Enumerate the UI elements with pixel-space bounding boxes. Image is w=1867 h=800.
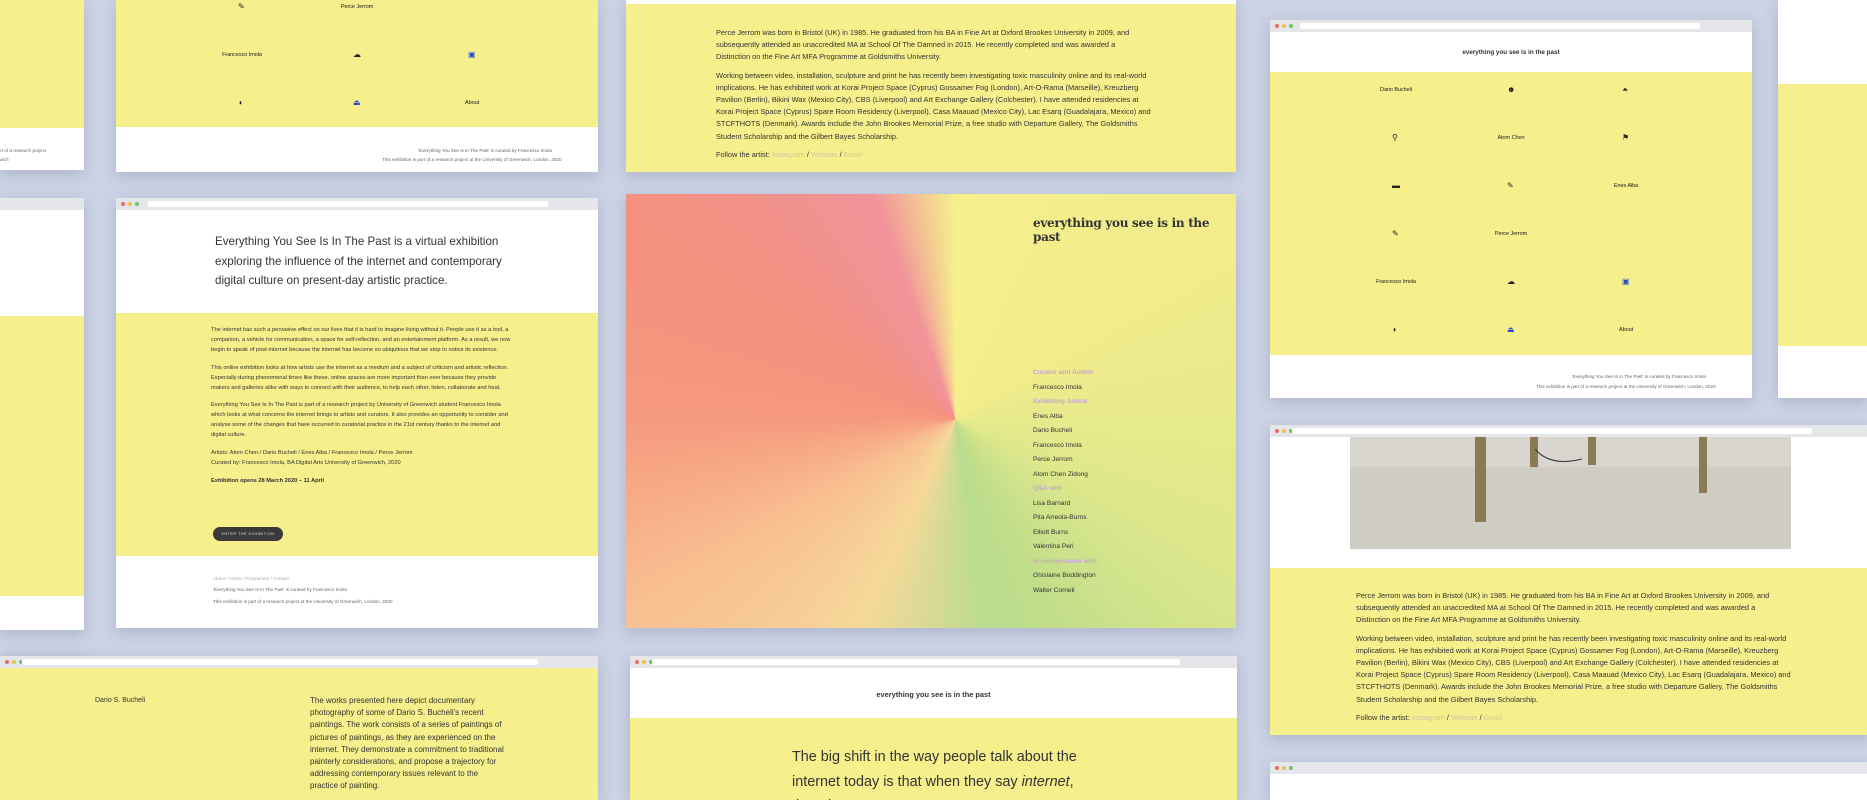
partial-card-right-edge	[1778, 0, 1867, 398]
partial-card-left-top: This exhibition is part of a research pr…	[0, 0, 84, 170]
artist-bio: Perce Jerrom was born in Bristol (UK) in…	[1356, 591, 1770, 625]
artist-bio: Perce Jerrom was born in Bristol (UK) in…	[716, 28, 1130, 62]
menu-item-perce-jerrom[interactable]: Perce Jerrom	[341, 4, 373, 10]
credits-heading: Exhibiting Artists	[1033, 398, 1088, 405]
dario-page-card: Dario S. Bucheli The works presented her…	[0, 656, 598, 800]
credits-heading: Q&A with	[1033, 485, 1063, 492]
browser-bar	[1270, 425, 1867, 437]
cloud-icon[interactable]: ☁	[353, 50, 361, 59]
footer-credit: 'Everything You See Is In The Past' is c…	[418, 148, 552, 153]
shoe-icon[interactable]: ⏏	[1507, 325, 1515, 334]
menu-item-about[interactable]: About	[1619, 327, 1633, 333]
laptop-icon[interactable]: ▬	[1392, 181, 1400, 190]
browser-bar	[630, 656, 1237, 668]
pencil-icon[interactable]: ✎	[1507, 181, 1514, 190]
gradient-artwork	[626, 194, 1236, 628]
credits-heading: Curator and Author	[1033, 369, 1094, 376]
artist-name: Dario S. Bucheli	[95, 697, 146, 704]
shoe-icon[interactable]: ⏏	[353, 98, 361, 107]
footer-text: University of Greenwich	[0, 157, 9, 162]
footer-nav[interactable]: About / Artists / Programme / Contact	[213, 576, 289, 581]
browser-bar	[1270, 20, 1752, 32]
email-link[interactable]: Email	[844, 150, 862, 159]
footer-credit: 'Everything You See Is In The Past' is c…	[213, 587, 347, 592]
menu-item-francesco-imola[interactable]: Francesco Imola	[1376, 279, 1416, 285]
credit-name: Elliott Burns	[1033, 528, 1069, 536]
artist-description: The works presented here depict document…	[310, 696, 504, 791]
dot-icon: ·	[1623, 229, 1626, 238]
smiley-icon[interactable]: ☻	[1507, 85, 1515, 94]
enter-exhibition-button[interactable]: Enter the Exhibition	[213, 527, 283, 541]
credit-name: Dario Bucheli	[1033, 427, 1073, 434]
menu-item-perce-jerrom[interactable]: Perce Jerrom	[1495, 231, 1527, 237]
website-link[interactable]: Website	[1451, 713, 1478, 722]
credit-name: Francesco Imola	[1033, 383, 1082, 391]
menu-item-about[interactable]: About	[465, 100, 479, 106]
intro-headline: Everything You See Is In The Past is a v…	[215, 235, 502, 287]
site-title: everything you see is in the past	[1033, 216, 1210, 244]
artist-bio: Working between video, installation, scu…	[1356, 633, 1791, 704]
site-title[interactable]: everything you see is in the past	[630, 690, 1237, 699]
credit-name: Pita Arreola-Burns	[1033, 514, 1087, 521]
speaker-icon[interactable]: ◖	[1392, 325, 1397, 334]
footer-text: This exhibition is part of a research pr…	[0, 148, 47, 153]
intro-paragraph: Everything You See Is In The Past is par…	[211, 402, 508, 439]
email-link[interactable]: Email	[1484, 713, 1502, 722]
credit-name: Perce Jerrom	[1033, 456, 1073, 463]
installation-photo	[1350, 437, 1791, 549]
exhibition-dates: Exhibition opens 28 March 2020 – 11 Apri…	[211, 477, 324, 484]
pencil-icon[interactable]: ✎	[238, 2, 245, 11]
dot-icon: ·	[469, 2, 472, 11]
puzzle-icon[interactable]: ▣	[1622, 277, 1630, 286]
artists-line: Artists: Atom Chen / Dario Bucheli / Ene…	[211, 450, 413, 457]
menu-grid-card-partial: ✎ Perce Jerrom · Francesco Imola ☁ ▣ ◖ ⏏…	[116, 0, 598, 172]
eject-icon[interactable]: ⏶	[1622, 85, 1628, 95]
menu-item-dario-bucheli[interactable]: Dario Bucheli	[1380, 87, 1412, 93]
footer-research: This exhibition is part of a research pr…	[213, 599, 393, 604]
instagram-link[interactable]: Instagram	[1412, 713, 1445, 722]
quote-text: The big shift in the way people talk abo…	[792, 749, 1077, 800]
quote-page-card: everything you see is in the past The bi…	[630, 656, 1237, 800]
site-title[interactable]: everything you see is in the past	[1270, 49, 1752, 56]
menu-item-enes-alba[interactable]: Enes Alba	[1614, 183, 1638, 189]
credit-name: Valentina Peri	[1033, 543, 1074, 550]
credits-heading: In conversation with	[1033, 557, 1097, 565]
credit-name: Enes Alba	[1033, 412, 1063, 420]
partial-card-right-bottom	[1270, 762, 1867, 800]
credit-name: Atom Chen Zidong	[1033, 470, 1088, 478]
menu-item-francesco-imola[interactable]: Francesco Imola	[222, 52, 262, 58]
perce-page-card: Perce Jerrom was born in Bristol (UK) in…	[1270, 425, 1867, 735]
follow-artist: Follow the artist: Instagram / Website /…	[1356, 712, 1503, 722]
curator-line: Curated by: Francesco Imola, BA Digital …	[211, 459, 401, 466]
browser-bar	[0, 656, 598, 668]
intro-paragraph: This online exhibition looks at how arti…	[211, 364, 509, 391]
credit-name: Ghislaine Boddington	[1033, 572, 1096, 579]
footer-credit: 'Everything You See Is In The Past' is c…	[1572, 374, 1706, 379]
follow-artist: Follow the artist: Instagram / Website /…	[716, 149, 863, 159]
credit-name: Francesco Imola	[1033, 441, 1082, 449]
browser-bar	[116, 198, 598, 210]
instagram-link[interactable]: Instagram	[772, 150, 805, 159]
credit-name: Lisa Barnard	[1033, 499, 1071, 507]
footer-research: This exhibition is part of a research pr…	[1536, 384, 1716, 389]
credits-card: everything you see is in the past Curato…	[626, 194, 1236, 628]
sunglasses-icon[interactable]: ⚲	[1392, 133, 1398, 142]
flag-icon[interactable]: ⚑	[1622, 133, 1629, 142]
intro-page-card: Everything You See Is In The Past is a v…	[116, 198, 598, 628]
website-link[interactable]: Website	[811, 150, 838, 159]
speaker-icon[interactable]: ◖	[238, 98, 243, 107]
perce-page-card-top: Perce Jerrom was born in Bristol (UK) in…	[626, 0, 1236, 172]
puzzle-icon[interactable]: ▣	[468, 50, 476, 59]
footer-research: This exhibition is part of a research pr…	[382, 157, 562, 162]
cloud-icon[interactable]: ☁	[1507, 277, 1515, 286]
menu-grid-card: everything you see is in the past Dario …	[1270, 20, 1752, 398]
artist-bio: Working between video, installation, scu…	[716, 70, 1151, 141]
credit-name: Walter Corneli	[1033, 586, 1075, 594]
intro-paragraph: The internet has such a pervasive effect…	[211, 327, 511, 353]
partial-card-left-mid	[0, 198, 84, 630]
pencil-icon[interactable]: ✎	[1392, 229, 1399, 238]
menu-item-atom-chen[interactable]: Atom Chen	[1497, 135, 1524, 141]
